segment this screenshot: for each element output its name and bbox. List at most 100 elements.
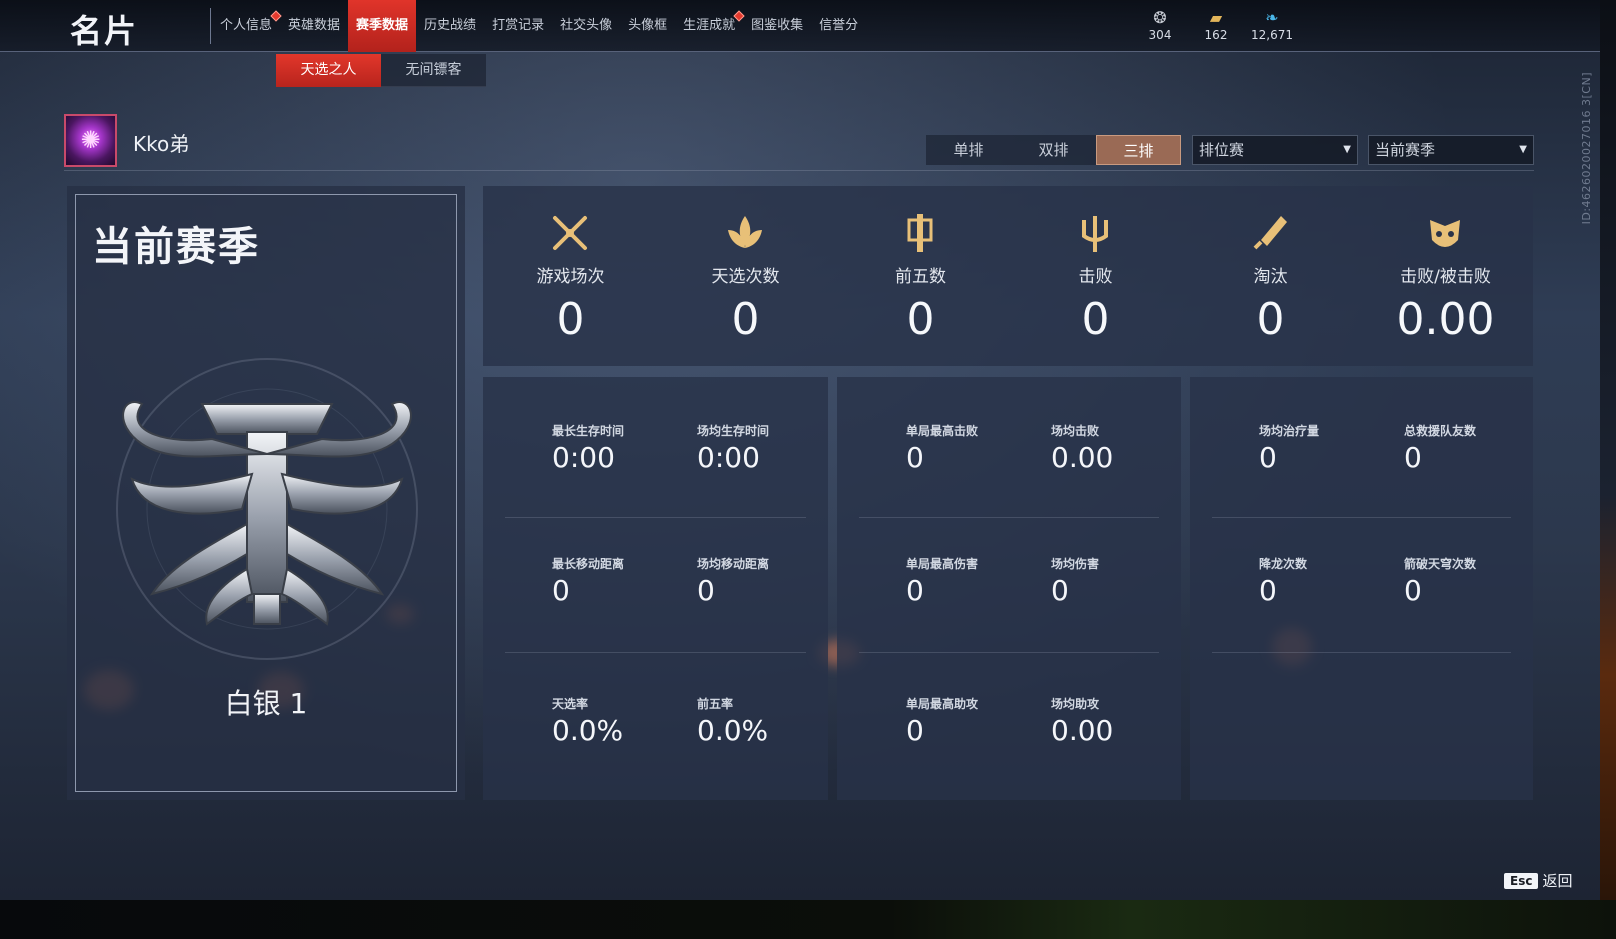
- stat-label: 击败: [1078, 267, 1113, 287]
- stat-value: 0: [1256, 294, 1285, 345]
- survival-stats-panel: 最长生存时间 0:00 场均生存时间 0:00 最长移动距离 0 场均移动距离 0 天选率 0.0…: [483, 377, 828, 800]
- stat-label: 游戏场次: [536, 267, 605, 287]
- stat-cell-value: 0: [906, 574, 924, 607]
- season-dropdown[interactable]: 当前赛季 ▼: [1368, 135, 1534, 165]
- summary-stat: 击败 0: [1008, 186, 1183, 366]
- stat-cell-value: 0.00: [1051, 441, 1114, 474]
- currency-value: 162: [1204, 28, 1228, 42]
- stat-cell: 场均生存时间 0:00: [697, 422, 847, 474]
- match-type-dropdown[interactable]: 排位赛 ▼: [1192, 135, 1358, 165]
- tab-7[interactable]: 头像框: [620, 0, 675, 52]
- chevron-down-icon: ▼: [1519, 144, 1527, 155]
- stat-cell-value: 0: [1404, 574, 1422, 607]
- stat-label: 前五数: [895, 267, 946, 287]
- tab-label: 生涯成就: [683, 18, 736, 33]
- row-divider: [505, 517, 806, 518]
- profile-divider: [64, 170, 1534, 171]
- stat-value: 0: [906, 294, 935, 345]
- stat-cell: 场均移动距离 0: [697, 555, 847, 607]
- demon-mask-icon: [1430, 220, 1460, 247]
- stat-cell-value: 0: [1404, 441, 1422, 474]
- silver-mask-emblem-icon: [116, 358, 418, 660]
- back-label: 返回: [1542, 872, 1573, 890]
- stat-cell-label: 前五率: [697, 697, 734, 711]
- tab-label: 图鉴收集: [751, 18, 804, 33]
- tab-label: 信誉分: [819, 18, 859, 33]
- esc-key-icon: Esc: [1504, 872, 1539, 889]
- stat-cell-value: 0: [1259, 441, 1277, 474]
- stat-value: 0: [556, 294, 585, 345]
- currency-1: ❂ 304: [1132, 8, 1188, 42]
- purple-flame-icon: ✺: [80, 126, 101, 154]
- avatar[interactable]: ✺: [64, 114, 117, 167]
- tab-label: 头像框: [628, 18, 668, 33]
- mode-tab-1[interactable]: 单排: [926, 135, 1011, 165]
- rank-tier: 白银 1: [224, 687, 308, 720]
- stat-cell-value: 0: [552, 574, 570, 607]
- stat-cell-label: 单局最高助攻: [906, 697, 979, 711]
- summary-stats-panel: 游戏场次 0 天选次数 0 前五数 0 击败 0 淘汰 0 击败/被击败 0.00: [483, 186, 1533, 366]
- treasure-chest-icon: ▰: [1209, 8, 1223, 27]
- row-divider: [1212, 652, 1511, 653]
- trident-icon: [1082, 216, 1108, 252]
- stat-label: 淘汰: [1253, 267, 1288, 287]
- stat-cell-label: 天选率: [552, 697, 589, 711]
- stat-cell-label: 单局最高伤害: [906, 557, 979, 571]
- stat-cell: 降龙次数 0: [1259, 555, 1409, 607]
- stat-cell-label: 场均生存时间: [697, 424, 770, 438]
- back-button[interactable]: Esc 返回: [1504, 870, 1572, 891]
- stat-label: 击败/被击败: [1400, 267, 1491, 287]
- sub-tab-1[interactable]: 天选之人: [276, 54, 381, 87]
- match-type-value: 排位赛: [1199, 141, 1245, 159]
- stat-cell-value: 0: [1051, 574, 1069, 607]
- stat-label: 天选次数: [711, 267, 780, 287]
- summary-stat: 击败/被击败 0.00: [1358, 186, 1533, 366]
- season-value: 当前赛季: [1375, 141, 1436, 159]
- tab-label: 赛季数据: [356, 18, 409, 33]
- stat-cell: 最长移动距离 0: [552, 555, 702, 607]
- stat-cell: 天选率 0.0%: [552, 695, 702, 747]
- sub-tabs: 天选之人 无间镖客: [276, 54, 486, 87]
- tab-9[interactable]: 图鉴收集: [743, 0, 811, 52]
- support-stats-panel: 场均治疗量 0 总救援队友数 0 降龙次数 0 箭破天穹次数 0: [1190, 377, 1533, 800]
- queue-mode-tabs: 单排 双排 三排: [926, 135, 1181, 165]
- currency-2: ▰ 162: [1188, 8, 1244, 42]
- season-data-screen: 名片 个人信息 英雄数据 赛季数据 历史战绩 打赏记录 社交头像 头像框 生涯成就 图鉴收集 信誉…: [0, 0, 1600, 900]
- sub-tab-2[interactable]: 无间镖客: [381, 54, 486, 87]
- currency-3: ❧ 12,671: [1244, 8, 1300, 42]
- mode-tab-3[interactable]: 三排: [1096, 135, 1181, 165]
- stat-cell: 总救援队友数 0: [1404, 422, 1554, 474]
- row-divider: [859, 517, 1159, 518]
- stat-cell: 单局最高助攻 0: [906, 695, 1056, 747]
- stat-cell-value: 0.0%: [552, 714, 624, 747]
- tab-6[interactable]: 社交头像: [552, 0, 620, 52]
- summary-stat: 游戏场次 0: [483, 186, 658, 366]
- tab-4[interactable]: 历史战绩: [416, 0, 484, 52]
- tab-label: 个人信息: [220, 18, 273, 33]
- tab-8[interactable]: 生涯成就: [675, 0, 745, 52]
- stat-cell: 场均伤害 0: [1051, 555, 1201, 607]
- stat-cell-label: 场均移动距离: [697, 557, 770, 571]
- summary-stat: 前五数 0: [833, 186, 1008, 366]
- rank-title: 当前赛季: [92, 224, 260, 270]
- tab-10[interactable]: 信誉分: [811, 0, 866, 52]
- stat-cell: 场均治疗量 0: [1259, 422, 1409, 474]
- stat-cell-value: 0: [1259, 574, 1277, 607]
- broken-blade-icon: [1253, 216, 1287, 250]
- tab-2[interactable]: 英雄数据: [280, 0, 348, 52]
- tab-1[interactable]: 个人信息: [212, 0, 282, 52]
- stat-value: 0: [731, 294, 760, 345]
- tab-label: 历史战绩: [424, 18, 477, 33]
- stat-cell: 单局最高击败 0: [906, 422, 1056, 474]
- combat-stats-panel: 单局最高击败 0 场均击败 0.00 单局最高伤害 0 场均伤害 0 单局最高助攻 0 场均助攻 0.…: [837, 377, 1181, 800]
- stat-cell-label: 场均击败: [1051, 424, 1100, 438]
- tab-label: 社交头像: [560, 18, 613, 33]
- player-name: Kko弟: [133, 132, 190, 156]
- stat-cell: 场均助攻 0.00: [1051, 695, 1201, 747]
- summary-stat: 天选次数 0: [658, 186, 833, 366]
- tab-3[interactable]: 赛季数据: [348, 0, 417, 52]
- stat-cell-label: 箭破天穹次数: [1404, 557, 1477, 571]
- mode-tab-2[interactable]: 双排: [1011, 135, 1096, 165]
- tab-5[interactable]: 打赏记录: [484, 0, 552, 52]
- stat-cell-value: 0:00: [697, 441, 760, 474]
